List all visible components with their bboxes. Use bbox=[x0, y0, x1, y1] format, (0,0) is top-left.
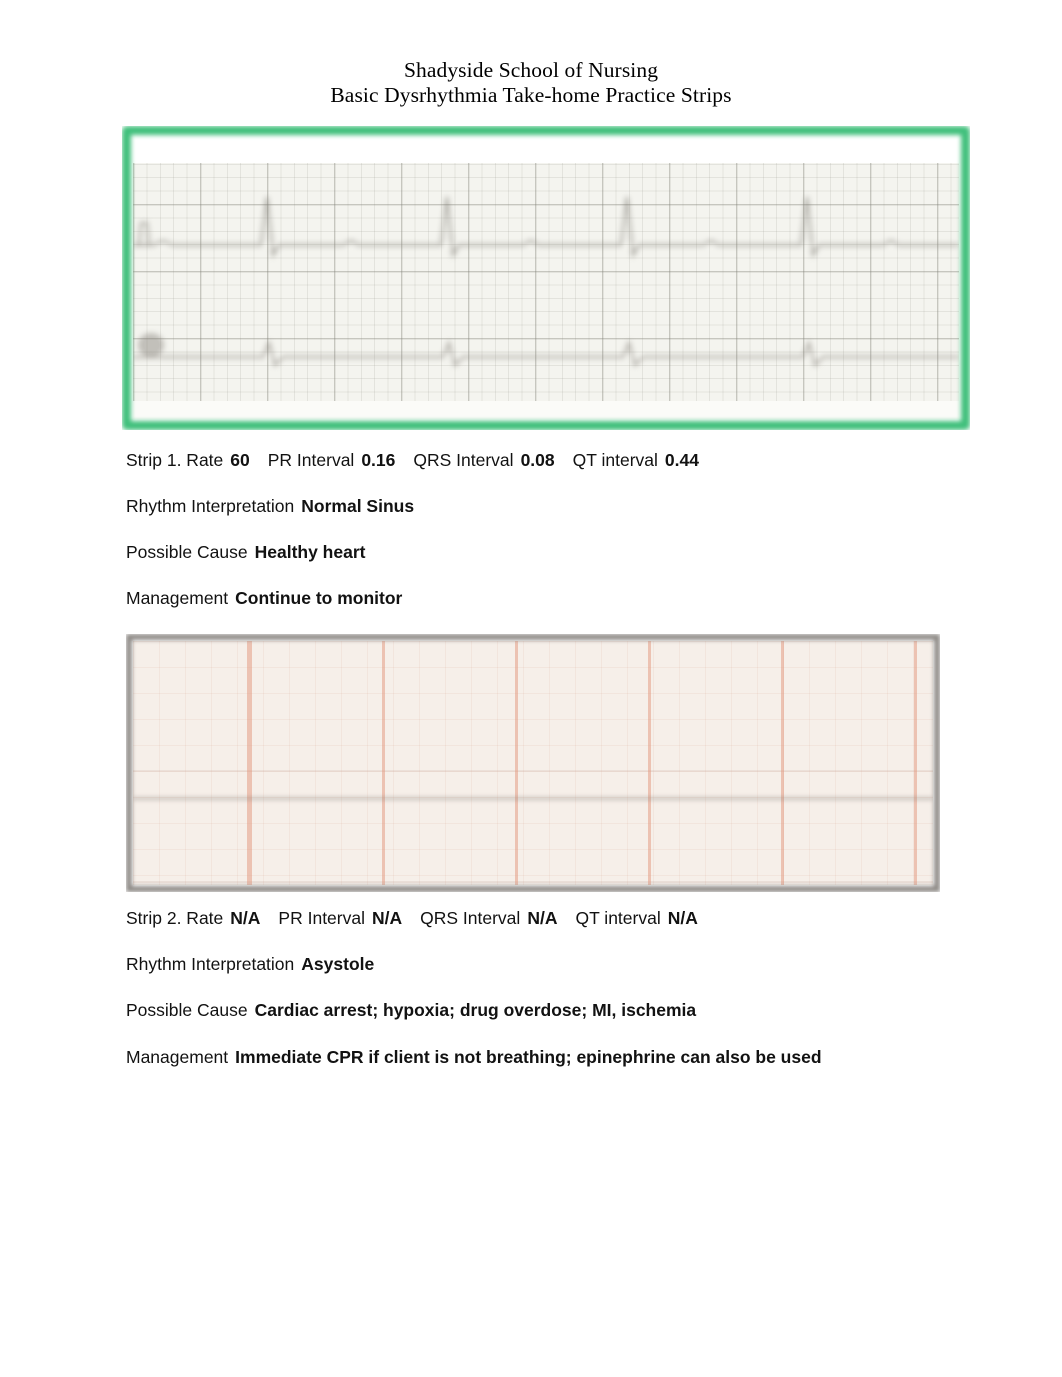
strip-2-rhythm-value: Asystole bbox=[301, 954, 375, 974]
strip-1-label: Strip 1. Rate bbox=[126, 450, 224, 470]
heading-line-2: Basic Dysrhythmia Take-home Practice Str… bbox=[330, 83, 732, 107]
strip-2-management-value: Immediate CPR if client is not breathing… bbox=[235, 1047, 822, 1067]
strip-1-qt-value: 0.44 bbox=[664, 450, 699, 470]
strip-2-cause-value: Cardiac arrest; hypoxia; drug overdose; … bbox=[254, 1000, 697, 1020]
strip-1-pr-label: PR Interval bbox=[267, 450, 355, 470]
strip-2-qrs-label: QRS Interval bbox=[420, 908, 521, 928]
strip-1-rate-value: 60 bbox=[230, 450, 250, 470]
strip-2-cause-line: Possible Cause Cardiac arrest; hypoxia; d… bbox=[126, 998, 696, 1022]
strip-1-management-line: Management Continue to monitor bbox=[126, 586, 402, 610]
strip-1-pr-value: 0.16 bbox=[361, 450, 396, 470]
ecg-paper-2 bbox=[133, 641, 933, 885]
strip-2-management-label: Management bbox=[126, 1047, 229, 1067]
strip-1-qt-label: QT interval bbox=[572, 450, 658, 470]
asystole-flatline bbox=[133, 797, 933, 800]
strip-2-label: Strip 2. Rate bbox=[126, 908, 224, 928]
strip-2-rate-value: N/A bbox=[230, 908, 261, 928]
strip-1-qrs-value: 0.08 bbox=[520, 450, 555, 470]
strip-1-cause-line: Possible Cause Healthy heart bbox=[126, 540, 365, 564]
strip-1-qrs-label: QRS Interval bbox=[413, 450, 514, 470]
strip-1-rhythm-label: Rhythm Interpretation bbox=[126, 496, 295, 516]
strip-1-management-value: Continue to monitor bbox=[235, 588, 403, 608]
ecg-strip-1-figure bbox=[122, 126, 970, 430]
strip-2-qt-value: N/A bbox=[667, 908, 698, 928]
strip-2-qrs-value: N/A bbox=[527, 908, 558, 928]
strip-2-management-line: Management Immediate CPR if client is not… bbox=[126, 1045, 822, 1069]
ecg-paper-1-top-margin bbox=[133, 137, 959, 163]
document-heading: Shadyside School of Nursing Basic Dysrhy… bbox=[0, 58, 1062, 108]
strip-2-pr-label: PR Interval bbox=[278, 908, 365, 928]
strip-1-rhythm-value: Normal Sinus bbox=[301, 496, 415, 516]
heading-line-1: Shadyside School of Nursing bbox=[403, 58, 659, 82]
ecg-grid-bold-2 bbox=[133, 641, 933, 885]
strip-1-cause-label: Possible Cause bbox=[126, 542, 248, 562]
ecg-paper-1-bottom-margin bbox=[133, 401, 959, 419]
strip-2-rhythm-label: Rhythm Interpretation bbox=[126, 954, 295, 974]
strip-2-qt-label: QT interval bbox=[575, 908, 661, 928]
ecg-paper-1 bbox=[133, 137, 959, 419]
strip-2-measurements-line: Strip 2. Rate N/A PR Interval N/A QRS Interv… bbox=[126, 906, 698, 930]
ecg-strip-2-figure bbox=[126, 634, 940, 892]
strip-2-pr-value: N/A bbox=[371, 908, 403, 928]
strip-2-rhythm-line: Rhythm Interpretation Asystole bbox=[126, 952, 374, 976]
strip-1-management-label: Management bbox=[126, 588, 229, 608]
strip-2-cause-label: Possible Cause bbox=[126, 1000, 248, 1020]
strip-1-rhythm-line: Rhythm Interpretation Normal Sinus bbox=[126, 494, 414, 518]
strip-1-measurements-line: Strip 1. Rate 60 PR Interval 0.16 QRS Interv… bbox=[126, 448, 699, 472]
ecg-waveform-1 bbox=[133, 196, 959, 368]
strip-1-cause-value: Healthy heart bbox=[254, 542, 366, 562]
